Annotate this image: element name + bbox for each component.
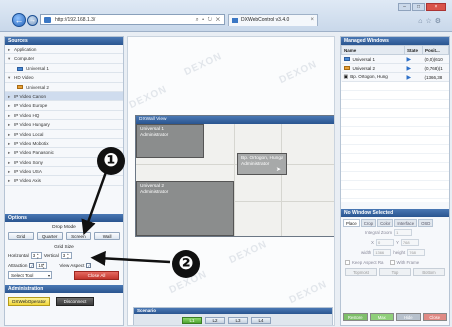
annotation-badge-2: ❷: [172, 250, 200, 278]
arrow-to-screen-button: [81, 171, 108, 236]
annotation-badge-1: ❶: [97, 147, 125, 175]
arrow-to-grid-size: [90, 250, 171, 266]
annotation-arrows: [81, 171, 171, 266]
